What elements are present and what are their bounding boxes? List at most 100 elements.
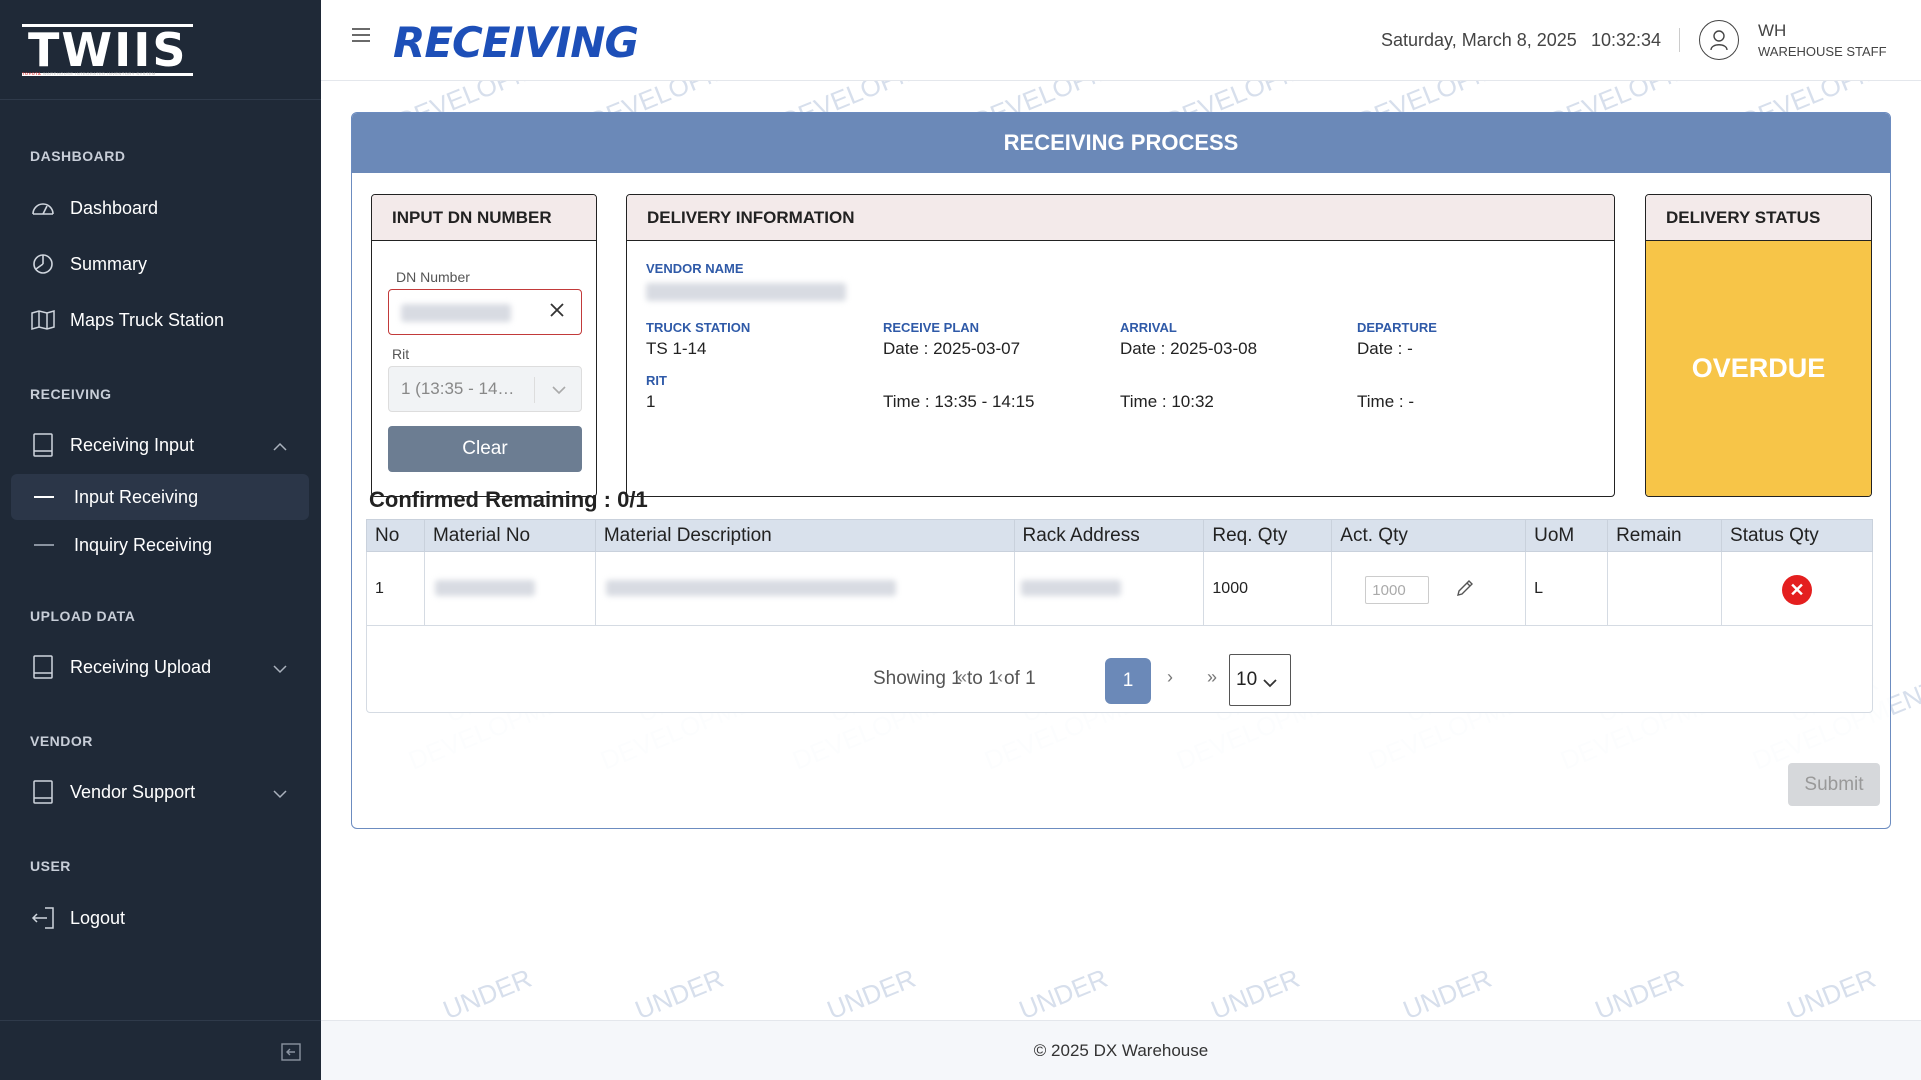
truck-station-value: TS 1-14 <box>646 339 707 358</box>
rit-select-value: 1 (13:35 - 14… <box>401 379 515 398</box>
column-header-req-qty: Req. Qty <box>1203 519 1333 552</box>
sidebar-item-vendor-support[interactable]: Vendor Support <box>11 769 309 815</box>
cell-req-qty: 1000 <box>1203 551 1333 626</box>
rit-label: Rit <box>392 346 410 362</box>
sidebar-item-summary[interactable]: Summary <box>11 241 309 287</box>
sidebar-subitem-input-receiving[interactable]: Input Receiving <box>11 474 309 520</box>
chevron-down-icon <box>273 658 287 679</box>
prev-page-icon[interactable]: ‹ <box>997 667 1003 688</box>
redacted-dn-value <box>401 304 511 322</box>
per-page-value: 10 <box>1236 669 1258 690</box>
redacted-material-no <box>434 580 535 596</box>
delivery-status-panel: DELIVERY STATUS OVERDUE <box>1645 194 1872 497</box>
brand-logo: TWIIS <box>22 23 194 76</box>
sidebar-item-label: Receiving Input <box>70 434 195 455</box>
column-header-remain: Remain <box>1607 519 1723 552</box>
sidebar-footer <box>0 1020 321 1080</box>
status-error-icon: ✕ <box>1782 575 1813 605</box>
per-page-select[interactable]: 10 <box>1229 654 1291 706</box>
truck-station-label: TRUCK STATION <box>646 320 751 335</box>
clear-button[interactable]: Clear <box>388 426 582 472</box>
next-page-icon[interactable]: › <box>1167 667 1173 688</box>
section-title-user: USER <box>30 858 71 874</box>
user-icon <box>1710 30 1728 51</box>
tablet-icon <box>30 654 56 680</box>
sidebar-item-label: Logout <box>70 907 126 928</box>
dn-number-label: DN Number <box>396 269 470 285</box>
column-header-uom: UoM <box>1525 519 1609 552</box>
table-row: 1 1000 1000 L ✕ <box>366 551 1873 626</box>
delivery-status-title: DELIVERY STATUS <box>1646 195 1871 241</box>
confirmed-remaining: Confirmed Remaining : 0/1 <box>369 487 648 512</box>
select-divider <box>534 377 535 403</box>
tablet-icon <box>30 779 56 805</box>
clear-input-icon[interactable] <box>549 302 565 323</box>
sidebar-subitem-label: Inquiry Receiving <box>74 534 213 555</box>
dn-number-input[interactable] <box>388 289 582 335</box>
chevron-down-icon <box>1262 673 1278 695</box>
section-title-dashboard: DASHBOARD <box>30 148 126 164</box>
cell-remain <box>1607 551 1723 626</box>
main-content: DEVELOPMENT DEVELOPMENT DEVELOPMENT DEVE… <box>321 81 1921 1020</box>
section-title-receiving: RECEIVING <box>30 386 112 402</box>
edit-pencil-icon[interactable] <box>1455 578 1475 603</box>
rit-select[interactable]: 1 (13:35 - 14… <box>388 366 582 412</box>
input-dn-panel: INPUT DN NUMBER DN Number Rit 1 (13:35 -… <box>371 194 597 497</box>
brand: TWIIS <box>0 0 321 100</box>
column-header-material-description: Material Description <box>594 519 1015 552</box>
delivery-information-panel: DELIVERY INFORMATION VENDOR NAME TRUCK S… <box>626 194 1615 497</box>
departure-time: Time : - <box>1357 392 1414 411</box>
header-divider <box>1679 28 1680 52</box>
table-header-row: No Material No Material Description Rack… <box>366 519 1873 552</box>
arrival-label: ARRIVAL <box>1120 320 1177 335</box>
dashboard-icon <box>30 195 56 221</box>
header-time: 10:32:34 <box>1591 30 1662 50</box>
chevron-down-icon <box>551 381 567 401</box>
cell-status-qty: ✕ <box>1721 551 1873 626</box>
watermark: UNDER <box>1398 962 1496 1020</box>
column-header-no: No <box>366 519 425 552</box>
watermark: UNDER <box>822 962 920 1020</box>
receiving-process-card: RECEIVING PROCESS INPUT DN NUMBER DN Num… <box>351 112 1891 829</box>
delivery-status-value: OVERDUE <box>1646 241 1871 496</box>
cell-rack-address <box>1013 551 1205 626</box>
redacted-rack-address <box>1020 580 1121 596</box>
submit-button[interactable]: Submit <box>1788 763 1880 806</box>
column-header-act-qty: Act. Qty <box>1331 519 1527 552</box>
section-title-upload-data: UPLOAD DATA <box>30 608 136 624</box>
redacted-material-description <box>605 580 896 596</box>
sidebar-item-label: Summary <box>70 253 148 274</box>
section-title-vendor: VENDOR <box>30 733 93 749</box>
watermark: UNDER <box>1590 962 1688 1020</box>
chevron-down-icon <box>273 783 287 804</box>
departure-date: Date : - <box>1357 339 1413 358</box>
first-page-icon[interactable]: « <box>957 667 967 688</box>
rit-info-label: RIT <box>646 373 667 388</box>
watermark: UNDER <box>438 962 536 1020</box>
sidebar-subitem-inquiry-receiving[interactable]: Inquiry Receiving <box>11 522 309 568</box>
last-page-icon[interactable]: » <box>1207 667 1217 688</box>
sidebar: TWIIS TOYOTA WAREHOUSE INTEGRATED INVENT… <box>0 0 321 1080</box>
cell-uom: L <box>1525 551 1609 626</box>
watermark: UNDER <box>1782 962 1880 1020</box>
sidebar-item-label: Vendor Support <box>70 781 196 802</box>
dash-icon <box>34 496 54 498</box>
act-qty-input[interactable]: 1000 <box>1365 576 1430 604</box>
collapse-sidebar-icon[interactable] <box>281 1043 301 1066</box>
user-avatar[interactable] <box>1699 20 1739 60</box>
sidebar-item-dashboard[interactable]: Dashboard <box>11 185 309 231</box>
input-dn-panel-title: INPUT DN NUMBER <box>372 195 596 241</box>
hamburger-menu-icon[interactable] <box>351 26 371 49</box>
pagination-summary: Showing 1 to 1 of 1 <box>873 668 1036 689</box>
rit-info-value: 1 <box>646 392 656 411</box>
sidebar-item-receiving-input[interactable]: Receiving Input <box>11 422 309 468</box>
arrival-time: Time : 10:32 <box>1120 392 1214 411</box>
page-logo: RECEIVING <box>393 18 639 67</box>
sidebar-item-label: Dashboard <box>70 197 159 218</box>
sidebar-item-maps-truck-station[interactable]: Maps Truck Station <box>11 297 309 343</box>
sidebar-item-logout[interactable]: Logout <box>11 895 309 941</box>
sidebar-item-receiving-upload[interactable]: Receiving Upload <box>11 644 309 690</box>
page-button-current[interactable]: 1 <box>1105 658 1151 704</box>
column-header-status-qty: Status Qty <box>1721 519 1873 552</box>
user-role: WAREHOUSE STAFF <box>1758 44 1887 59</box>
